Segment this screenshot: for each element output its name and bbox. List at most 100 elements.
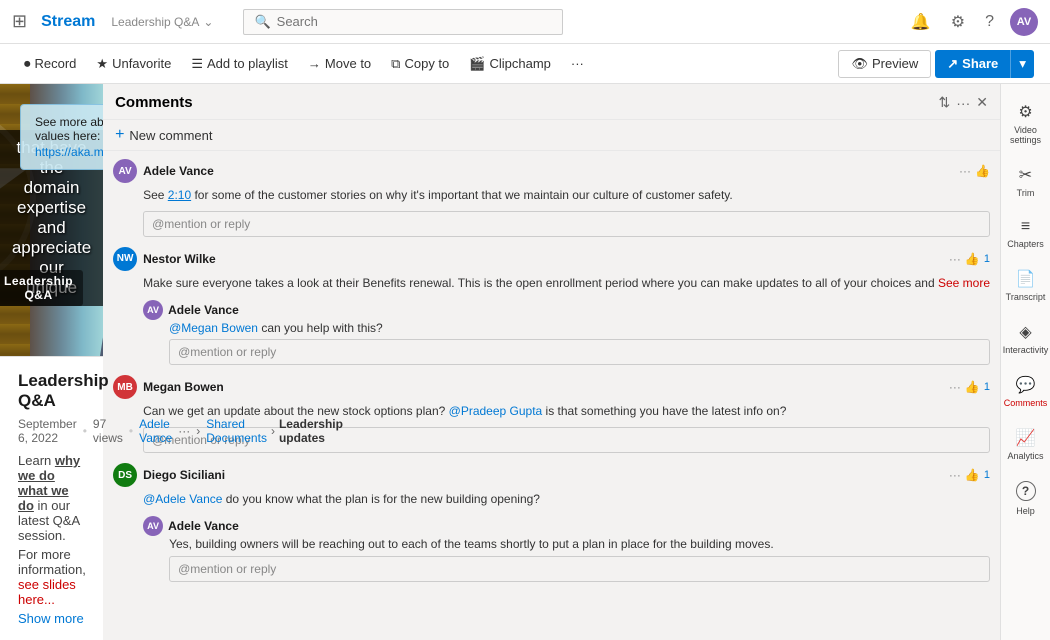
unfavorite-button[interactable]: ★ Unfavorite — [88, 51, 179, 77]
comments-title: Comments — [115, 94, 930, 111]
interactivity-icon-btn[interactable]: ◈ Interactivity — [1001, 312, 1050, 365]
video-views: 97 views — [93, 417, 123, 445]
comment-header-4: DS Diego Siciliani ··· 👍 1 — [113, 463, 990, 487]
sort-icon[interactable]: ⇅ — [939, 94, 951, 111]
settings-button[interactable]: ⚙ — [947, 8, 969, 36]
comment-body-2: Make sure everyone takes a look at their… — [113, 275, 990, 292]
trim-icon-btn[interactable]: ✂ Trim — [1001, 155, 1050, 208]
share-icon: ↗ — [947, 56, 958, 72]
slides-link[interactable]: see slides here... — [18, 577, 76, 607]
chapters-label: Chapters — [1007, 239, 1044, 249]
video-title: Leadership Q&A — [18, 371, 85, 411]
like-icon[interactable]: 👍 — [975, 164, 990, 178]
reply-input-1[interactable]: @mention or reply — [143, 211, 990, 237]
more-comments-icon[interactable]: ··· — [956, 95, 970, 111]
comment-actions-2: ··· 👍 1 — [949, 252, 990, 266]
expand-icon[interactable]: ⌄ — [203, 15, 213, 29]
nested-comment-1: AV Adele Vance @Megan Bowen can you help… — [143, 300, 990, 366]
nested-author-1: Adele Vance — [168, 303, 990, 317]
like-icon-4[interactable]: 👍 — [965, 468, 980, 482]
comment-author-4: Diego Siciliani — [143, 468, 943, 482]
comments-icon: 💬 — [1016, 375, 1036, 395]
comments-panel: Comments ⇅ ··· ✕ + New comment AV Adele … — [103, 84, 1000, 640]
copy-to-button[interactable]: ⧉ Copy to — [383, 51, 457, 77]
transcript-icon-btn[interactable]: 📄 Transcript — [1001, 259, 1050, 312]
video-area: that have the domain expertise and appre… — [0, 84, 103, 640]
video-meta: September 6, 2022 • 97 views • Adele Van… — [18, 417, 85, 445]
share-main-button[interactable]: ↗ Share — [935, 50, 1010, 78]
reply-input-nested-1[interactable]: @mention or reply — [169, 339, 990, 365]
page-title: Leadership Q&A — [111, 15, 199, 29]
avatar[interactable]: AV — [1010, 8, 1038, 36]
notifications-button[interactable]: 🔔 — [907, 8, 935, 36]
top-bar-actions: 🔔 ⚙ ? AV — [907, 8, 1038, 36]
avatar-nestor: NW — [113, 247, 137, 271]
breadcrumb-shared-docs[interactable]: Shared Documents — [206, 417, 267, 445]
analytics-icon-btn[interactable]: 📈 Analytics — [1001, 418, 1050, 471]
help-icon-btn[interactable]: ? Help — [1001, 471, 1050, 526]
avatar-adele-1: AV — [113, 159, 137, 183]
more-actions-button[interactable]: ··· — [563, 51, 592, 76]
search-container: 🔍 — [243, 9, 563, 35]
help-label: Help — [1016, 506, 1035, 516]
comments-icon-btn[interactable]: 💬 Comments — [1001, 365, 1050, 418]
comment-actions-3: ··· 👍 1 — [949, 380, 990, 394]
trim-icon: ✂ — [1019, 165, 1032, 185]
video-info: Leadership Q&A September 6, 2022 • 97 vi… — [0, 356, 103, 640]
mention-3: @Adele Vance — [143, 492, 222, 506]
comment-author-3: Megan Bowen — [143, 380, 943, 394]
chapters-icon-btn[interactable]: ≡ Chapters — [1001, 208, 1050, 259]
comment-author: Adele Vance — [143, 164, 953, 178]
copy-icon: ⧉ — [391, 56, 400, 72]
comment-body-1: See 2:10 for some of the customer storie… — [113, 187, 990, 204]
show-more-button[interactable]: Show more — [18, 611, 84, 626]
star-icon: ★ — [96, 56, 108, 72]
timestamp-link[interactable]: 2:10 — [168, 188, 191, 202]
avatar-adele-nested: AV — [143, 300, 163, 320]
comment-more-icon-4[interactable]: ··· — [949, 468, 961, 482]
breadcrumb-current: Leadership updates — [279, 417, 343, 445]
like-icon-3[interactable]: 👍 — [965, 380, 980, 394]
add-to-playlist-button[interactable]: ☰ Add to playlist — [183, 51, 296, 77]
comment-more-icon[interactable]: ··· — [959, 164, 971, 178]
nested-body-1: @Megan Bowen can you help with this? — [143, 320, 990, 337]
close-panel-icon[interactable]: ✕ — [976, 94, 988, 111]
move-icon: → — [308, 56, 321, 71]
app-name: Stream — [41, 13, 95, 31]
nested-header-1: AV Adele Vance — [143, 300, 990, 320]
preview-button[interactable]: 👁 Preview — [838, 50, 931, 78]
avatar-diego: DS — [113, 463, 137, 487]
waffle-icon[interactable]: ⊞ — [12, 11, 27, 32]
video-author[interactable]: Adele Vance — [139, 417, 172, 445]
new-comment-button[interactable]: + New comment — [103, 120, 1000, 151]
reply-input-nested-2[interactable]: @mention or reply — [169, 556, 990, 582]
share-dropdown-button[interactable]: ▾ — [1010, 50, 1034, 78]
move-to-button[interactable]: → Move to — [300, 51, 379, 76]
like-icon-2[interactable]: 👍 — [965, 252, 980, 266]
like-count-2: 1 — [984, 253, 990, 265]
avatar-megan: MB — [113, 375, 137, 399]
video-settings-icon-btn[interactable]: ⚙ Videosettings — [1001, 92, 1050, 155]
search-input[interactable] — [277, 14, 553, 29]
help-button[interactable]: ? — [981, 9, 998, 35]
see-more-2[interactable]: See more — [938, 276, 990, 290]
clipchamp-button[interactable]: 🎬 Clipchamp — [461, 51, 559, 77]
avatar-adele-nested-2: AV — [143, 516, 163, 536]
more-icon: ··· — [571, 56, 584, 71]
comment-more-icon-2[interactable]: ··· — [949, 252, 961, 266]
like-count-3: 1 — [984, 381, 990, 393]
video-date: September 6, 2022 — [18, 417, 77, 445]
comment-actions-4: ··· 👍 1 — [949, 468, 990, 482]
video-player[interactable]: that have the domain expertise and appre… — [0, 84, 103, 356]
video-scene: that have the domain expertise and appre… — [0, 84, 103, 356]
record-button[interactable]: ⏺ Record — [16, 51, 84, 77]
right-panel-container: Comments ⇅ ··· ✕ + New comment AV Adele … — [103, 84, 1050, 640]
comment-header-3: MB Megan Bowen ··· 👍 1 — [113, 375, 990, 399]
comment-more-icon-3[interactable]: ··· — [949, 380, 961, 394]
comments-icon-label: Comments — [1004, 398, 1048, 408]
desc-bold: why we do what we do — [18, 453, 80, 513]
comment-header-2: NW Nestor Wilke ··· 👍 1 — [113, 247, 990, 271]
more-info: For more information, see slides here... — [18, 547, 85, 607]
comment-actions-1: ··· 👍 — [959, 164, 990, 178]
info-banner-link[interactable]: https://aka.ms/ContosoValues — [35, 145, 103, 159]
